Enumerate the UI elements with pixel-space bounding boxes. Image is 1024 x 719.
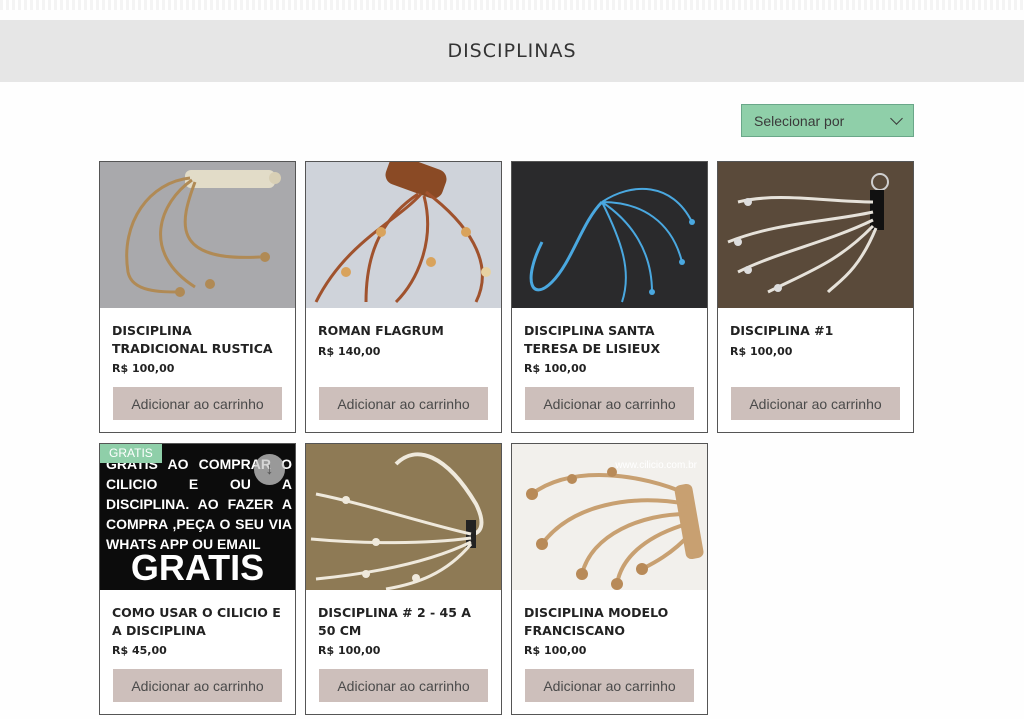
product-name[interactable]: DISCIPLINA TRADICIONAL RUSTICA — [112, 322, 284, 358]
watermark: www.cilicio.com.br — [614, 460, 697, 471]
promo-big-text: GRATIS — [130, 547, 265, 588]
page-title: DISCIPLINAS — [447, 40, 577, 62]
product-card[interactable]: DISCIPLINA SANTA TERESA DE LISIEUX R$ 10… — [511, 161, 708, 433]
product-price: R$ 100,00 — [524, 644, 587, 657]
product-price: R$ 100,00 — [524, 362, 587, 375]
add-to-cart-button[interactable]: Adicionar ao carrinho — [731, 387, 900, 420]
product-image[interactable]: www.cilicio.com.br — [512, 444, 707, 590]
add-to-cart-button[interactable]: Adicionar ao carrinho — [525, 669, 694, 702]
add-to-cart-button[interactable]: Adicionar ao carrinho — [113, 387, 282, 420]
chevron-down-icon — [890, 112, 903, 125]
product-card[interactable]: DISCIPLINA # 2 - 45 a 50 CM R$ 100,00 Ad… — [305, 443, 502, 715]
product-card[interactable]: www.cilicio.com.br DISCIPLINA MODELO FRA… — [511, 443, 708, 715]
product-price: R$ 100,00 — [730, 345, 793, 358]
product-image[interactable] — [718, 162, 913, 308]
top-decorative-strip — [0, 0, 1024, 10]
product-price: R$ 100,00 — [112, 362, 175, 375]
product-image[interactable] — [100, 162, 295, 308]
status-badge: GRATIS — [100, 444, 162, 463]
product-price: R$ 100,00 — [318, 644, 381, 657]
sort-label: Selecionar por — [754, 112, 845, 129]
product-name[interactable]: DISCIPLINA #1 — [730, 322, 902, 340]
product-name[interactable]: DISCIPLINA MODELO FRANCISCANO — [524, 604, 696, 640]
product-card[interactable]: ROMAN FLAGRUM R$ 140,00 Adicionar ao car… — [305, 161, 502, 433]
product-card[interactable]: GRATIS AO COMPRAR O CILICIO E OU A DISCI… — [99, 443, 296, 715]
product-image[interactable] — [512, 162, 707, 308]
product-image[interactable] — [306, 444, 501, 590]
product-name[interactable]: DISCIPLINA # 2 - 45 a 50 CM — [318, 604, 490, 640]
product-card[interactable]: DISCIPLINA #1 R$ 100,00 Adicionar ao car… — [717, 161, 914, 433]
add-to-cart-button[interactable]: Adicionar ao carrinho — [525, 387, 694, 420]
product-card[interactable]: DISCIPLINA TRADICIONAL RUSTICA R$ 100,00… — [99, 161, 296, 433]
product-image[interactable] — [306, 162, 501, 308]
add-to-cart-button[interactable]: Adicionar ao carrinho — [113, 669, 282, 702]
sort-dropdown[interactable]: Selecionar por — [741, 104, 914, 137]
download-icon[interactable]: ↓ — [254, 454, 285, 485]
page-header: DISCIPLINAS — [0, 20, 1024, 82]
add-to-cart-button[interactable]: Adicionar ao carrinho — [319, 669, 488, 702]
product-name[interactable]: COMO USAR O CILICIO E A DISCIPLINA — [112, 604, 284, 640]
add-to-cart-button[interactable]: Adicionar ao carrinho — [319, 387, 488, 420]
product-price: R$ 140,00 — [318, 345, 381, 358]
product-price: R$ 45,00 — [112, 644, 167, 657]
product-name[interactable]: DISCIPLINA SANTA TERESA DE LISIEUX — [524, 322, 696, 358]
product-name[interactable]: ROMAN FLAGRUM — [318, 322, 490, 340]
